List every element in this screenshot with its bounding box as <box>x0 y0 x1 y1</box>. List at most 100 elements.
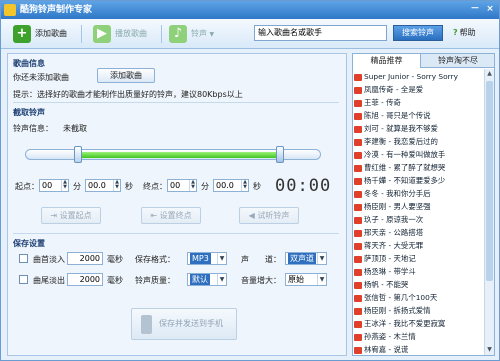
cart-icon[interactable] <box>354 281 362 289</box>
quality-select[interactable]: 默认 ▼ <box>187 273 227 286</box>
song-title: 林宥嘉 - 说谎 <box>364 345 409 354</box>
scroll-down-icon[interactable]: ▼ <box>485 345 494 354</box>
cart-icon[interactable] <box>354 73 362 81</box>
cart-icon[interactable] <box>354 229 362 237</box>
song-title: 刘可 - 就算是我不够爱 <box>364 124 438 133</box>
cart-icon[interactable] <box>354 112 362 120</box>
cart-icon[interactable] <box>354 320 362 328</box>
song-title: 曹红维 - 累了醉了就想哭 <box>364 163 446 172</box>
preview-ringtone-button[interactable]: ◀ 试听铃声 <box>239 207 299 224</box>
song-title: 杨千嬅 - 不知道要爱多少 <box>364 176 446 185</box>
ringtone-menu-label: 铃声 ▼ <box>191 23 214 46</box>
minimize-button[interactable]: － <box>469 4 481 15</box>
cart-icon[interactable] <box>354 307 362 315</box>
quality-hint: 提示：选择好的歌曲才能制作出质量好的铃声，建议80Kbps以上 <box>13 90 243 99</box>
cart-icon[interactable] <box>354 255 362 263</box>
song-list-scrollbar[interactable]: ▲ ▼ <box>484 69 494 355</box>
song-list-item[interactable]: 李建衡 - 我恋爱后过的 <box>354 136 438 147</box>
gain-select[interactable]: 原始 ▼ <box>285 273 327 286</box>
cart-icon[interactable] <box>354 125 362 133</box>
cart-icon[interactable] <box>354 164 362 172</box>
fade-out-checkbox[interactable] <box>19 275 28 284</box>
song-list-item[interactable]: 曹红维 - 累了醉了就想哭 <box>354 162 445 173</box>
cart-icon[interactable] <box>354 86 362 94</box>
song-list-item[interactable]: 杨千嬅 - 不知道要爱多少 <box>354 175 445 186</box>
song-list-item[interactable]: 蒋天齐 - 大受无罪 <box>354 240 423 251</box>
song-list-item[interactable]: 冬冬 - 我和你分手后 <box>354 188 431 199</box>
cart-icon[interactable] <box>354 203 362 211</box>
song-list-item[interactable]: 萨顶顶 - 天地记 <box>354 253 416 264</box>
cart-icon[interactable] <box>354 242 362 250</box>
tab-more[interactable]: 铃声淘不尽 <box>422 54 494 68</box>
cart-icon[interactable] <box>354 138 362 146</box>
song-list-item[interactable]: 张信哲 - 第几个100天 <box>354 292 437 303</box>
spinner-arrows-icon[interactable]: ▲ ▼ <box>113 180 120 191</box>
cart-icon[interactable] <box>354 346 362 354</box>
save-and-send-button[interactable]: 保存并发送到手机 <box>131 308 237 340</box>
search-ringtone-button[interactable]: 搜索铃声 <box>393 25 443 41</box>
song-list-item[interactable]: 冷漠 - 有一种爱叫做放手 <box>354 149 445 160</box>
tab-recommended[interactable]: 精品推荐 <box>353 54 421 68</box>
song-list-item[interactable]: 杨帆 - 不能哭 <box>354 279 408 290</box>
end-minute-spinner[interactable]: 00 ▲ ▼ <box>167 179 197 192</box>
song-list-item[interactable]: 凤凰传奇 - 全是爱 <box>354 84 423 95</box>
divider <box>13 102 339 103</box>
cart-icon[interactable] <box>354 333 362 341</box>
song-list-item[interactable]: 刘可 - 就算是我不够爱 <box>354 123 438 134</box>
fade-in-ms-input[interactable]: 2000 <box>67 252 103 265</box>
scroll-thumb[interactable] <box>486 81 493 281</box>
spinner-arrows-icon[interactable]: ▲ ▼ <box>189 180 196 191</box>
cart-icon[interactable] <box>354 294 362 302</box>
song-title: 蒋天齐 - 大受无罪 <box>364 241 424 250</box>
search-input[interactable]: 输入歌曲名或歌手 <box>254 25 387 41</box>
channel-value: 双声道 <box>288 253 316 264</box>
ringtone-info-label: 铃声信息： <box>13 124 53 133</box>
cart-icon[interactable] <box>354 190 362 198</box>
song-title: Super Junior - Sorry Sorry <box>364 72 458 81</box>
start-handle[interactable] <box>74 146 83 163</box>
minute-unit: 分 <box>73 182 81 191</box>
ms-unit: 毫秒 <box>107 276 123 285</box>
cart-icon[interactable] <box>354 99 362 107</box>
fade-out-label: 曲尾淡出 <box>33 276 65 285</box>
spinner-arrows-icon[interactable]: ▲ ▼ <box>241 180 248 191</box>
start-minute-spinner[interactable]: 00 ▲ ▼ <box>39 179 69 192</box>
chevron-down-icon: ▼ <box>217 274 226 285</box>
ringtone-info-value: 未截取 <box>63 124 87 133</box>
chevron-down-icon: ▼ <box>217 253 226 264</box>
set-end-button[interactable]: ⇤ 设置终点 <box>141 207 201 224</box>
fade-in-checkbox[interactable] <box>19 254 28 263</box>
cart-icon[interactable] <box>354 151 362 159</box>
end-handle[interactable] <box>275 146 284 163</box>
song-list-item[interactable]: 林宥嘉 - 说谎 <box>354 344 408 355</box>
spinner-arrows-icon[interactable]: ▲ ▼ <box>61 180 68 191</box>
scroll-up-icon[interactable]: ▲ <box>485 69 494 78</box>
close-button[interactable]: × <box>484 4 496 15</box>
help-button[interactable]: ? 帮助 <box>453 25 476 41</box>
song-list-item[interactable]: 孙燕姿 - 木兰情 <box>354 331 416 342</box>
song-list-item[interactable]: 邢天亲 - 公路搭塔 <box>354 227 423 238</box>
format-select[interactable]: MP3 ▼ <box>187 252 227 265</box>
song-list-item[interactable]: 王菲 - 传奇 <box>354 97 401 108</box>
song-title: 王菲 - 传奇 <box>364 98 401 107</box>
save-and-send-label: 保存并发送到手机 <box>159 319 223 328</box>
song-list-item[interactable]: 杨臣刚 - 男人要坚强 <box>354 201 431 212</box>
song-list-item[interactable]: 杨丞琳 - 带学斗 <box>354 266 416 277</box>
song-list-item[interactable]: 杨臣刚 - 拆扬式爱情 <box>354 305 431 316</box>
cart-icon[interactable] <box>354 177 362 185</box>
cart-icon[interactable] <box>354 216 362 224</box>
fade-out-ms-input[interactable]: 2000 <box>67 273 103 286</box>
end-second-spinner[interactable]: 00.0 ▲ ▼ <box>213 179 249 192</box>
channel-select[interactable]: 双声道 ▼ <box>285 252 327 265</box>
song-list-item[interactable]: Super Junior - Sorry Sorry <box>354 71 458 82</box>
set-start-button[interactable]: ⇥ 设置起点 <box>41 207 101 224</box>
cart-icon[interactable] <box>354 268 362 276</box>
start-second-spinner[interactable]: 00.0 ▲ ▼ <box>85 179 121 192</box>
add-song-inline-button[interactable]: 添加歌曲 <box>97 68 155 83</box>
song-title: 杨帆 - 不能哭 <box>364 280 409 289</box>
song-title: 萨顶顶 - 天地记 <box>364 254 416 263</box>
song-title: 玖子 - 原谅我一次 <box>364 215 424 224</box>
song-list-item[interactable]: 王冰洋 - 我比不爱更寂寞 <box>354 318 445 329</box>
song-list-item[interactable]: 玖子 - 原谅我一次 <box>354 214 423 225</box>
song-list-item[interactable]: 陈旭 - 哥只是个传说 <box>354 110 431 121</box>
